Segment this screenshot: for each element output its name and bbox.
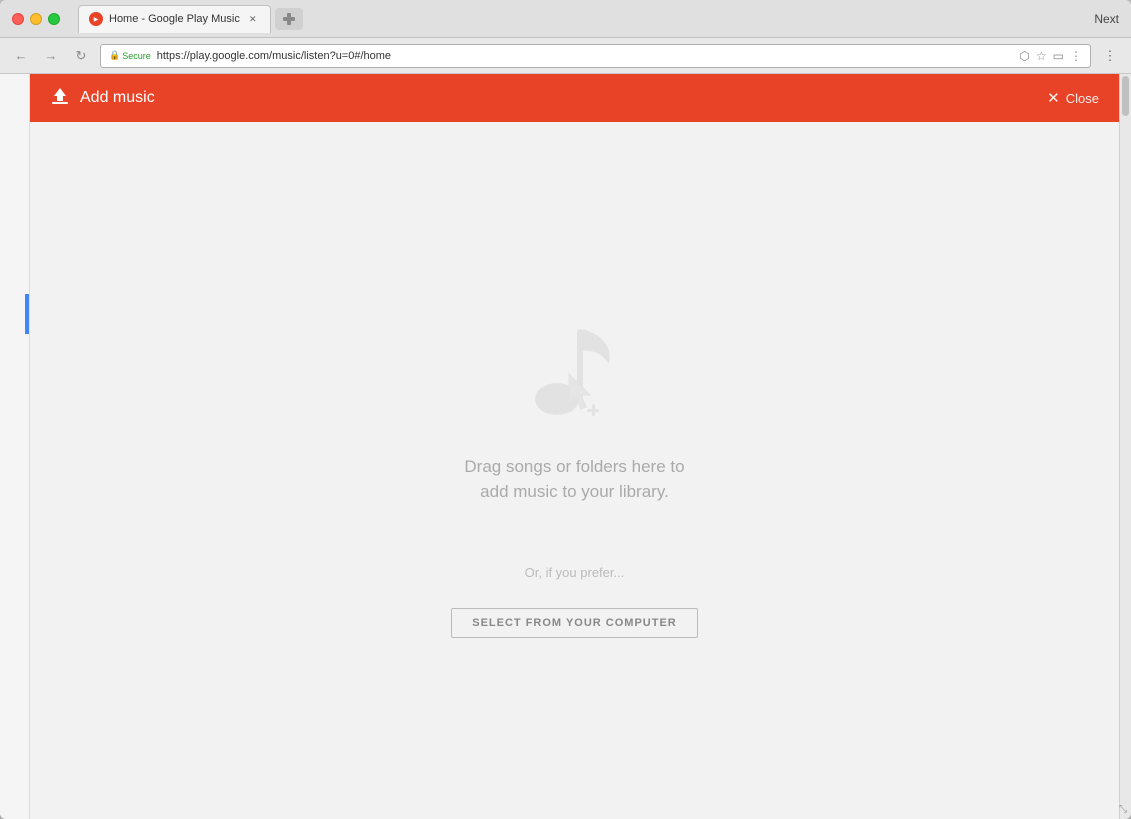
title-bar: Home - Google Play Music ✕ Next [0,0,1131,38]
main-panel: Add music ✕ Close [30,74,1119,819]
menu-button[interactable]: ⋮ [1099,45,1121,67]
back-button[interactable]: ← [10,45,32,67]
resize-corner-icon: ⤡ [1119,804,1127,815]
close-window-button[interactable] [12,13,24,25]
cast-screen-icon[interactable]: ▭ [1053,49,1064,63]
cast-icon[interactable]: ⬡ [1019,49,1029,63]
modal-body: Drag songs or folders here to add music … [30,122,1119,819]
tab-favicon [89,12,103,26]
modal-close-button[interactable]: ✕ Close [1047,89,1099,107]
modal-header: Add music ✕ Close [30,74,1119,122]
music-note-icon [519,309,629,429]
music-icon-container [514,304,634,434]
tab-title: Home - Google Play Music [109,13,240,25]
scrollbar-thumb[interactable] [1122,76,1129,116]
upload-icon [50,86,70,111]
drag-drop-text: Drag songs or folders here to add music … [464,454,684,505]
or-prefer-label: Or, if you prefer... [525,565,625,580]
tab-bar: Home - Google Play Music ✕ [78,5,1086,33]
more-tools-icon[interactable]: ⋮ [1070,49,1082,63]
drop-zone: Drag songs or folders here to add music … [451,304,697,638]
address-bar-icons: ⬡ ☆ ▭ ⋮ [1019,49,1082,63]
sidebar-accent [25,294,29,334]
new-tab-icon [283,13,295,25]
browser-window: Home - Google Play Music ✕ Next ← → ↻ Se… [0,0,1131,819]
active-tab[interactable]: Home - Google Play Music ✕ [78,5,271,33]
modal-title: Add music [80,89,1047,107]
sidebar [0,74,30,819]
add-music-modal: Add music ✕ Close [30,74,1119,819]
next-label[interactable]: Next [1094,12,1119,26]
new-tab-button[interactable] [275,8,303,30]
url-display: https://play.google.com/music/listen?u=0… [157,50,1014,62]
secure-badge: Secure [109,50,151,61]
close-x-icon: ✕ [1047,89,1060,107]
traffic-lights [12,13,60,25]
minimize-window-button[interactable] [30,13,42,25]
content-area: Add music ✕ Close [0,74,1131,819]
select-from-computer-button[interactable]: SELECT FROM YOUR COMPUTER [451,608,697,638]
forward-button[interactable]: → [40,45,62,67]
browser-toolbar-icons: ⋮ [1099,45,1121,67]
address-bar: ← → ↻ Secure https://play.google.com/mus… [0,38,1131,74]
bookmark-icon[interactable]: ☆ [1036,49,1047,63]
close-label: Close [1066,91,1099,106]
refresh-button[interactable]: ↻ [70,45,92,67]
tab-close-button[interactable]: ✕ [246,12,260,26]
scrollbar[interactable] [1119,74,1131,819]
maximize-window-button[interactable] [48,13,60,25]
address-field[interactable]: Secure https://play.google.com/music/lis… [100,44,1091,68]
